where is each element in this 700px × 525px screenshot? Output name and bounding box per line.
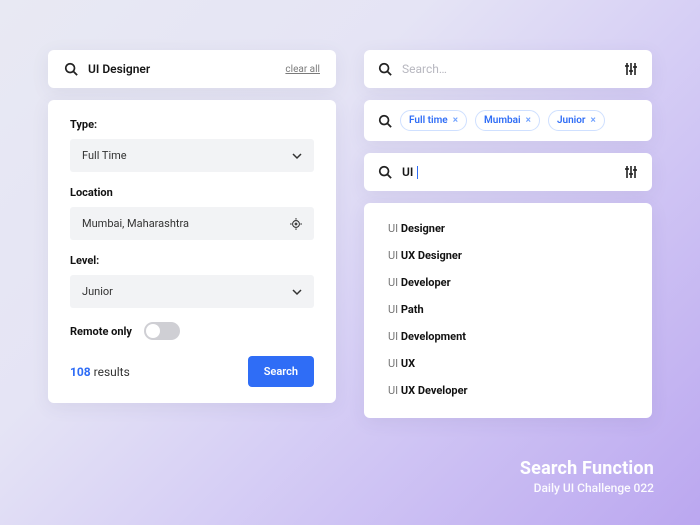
results-count: 108 results bbox=[70, 365, 130, 379]
suggestion-item[interactable]: UI Path bbox=[364, 296, 652, 323]
filter-panel: Type: Full Time Location Mumbai, Maharas… bbox=[48, 100, 336, 403]
suggestion-item[interactable]: UI UX Designer bbox=[364, 242, 652, 269]
search-icon bbox=[378, 165, 392, 179]
chevron-down-icon bbox=[292, 287, 302, 297]
remote-only-label: Remote only bbox=[70, 325, 132, 338]
chip-label: Full time bbox=[409, 115, 448, 126]
clear-all-link[interactable]: clear all bbox=[285, 64, 320, 75]
filter-chip[interactable]: Junior × bbox=[548, 110, 605, 131]
suggestion-item[interactable]: UI UX bbox=[364, 350, 652, 377]
text-cursor bbox=[417, 166, 418, 179]
locate-icon bbox=[290, 218, 302, 230]
location-label: Location bbox=[70, 186, 314, 199]
search-icon bbox=[378, 114, 392, 128]
level-select[interactable]: Junior bbox=[70, 275, 314, 308]
search-button[interactable]: Search bbox=[248, 356, 314, 387]
page-credit: Search Function Daily UI Challenge 022 bbox=[520, 458, 654, 495]
autocomplete-dropdown: UI DesignerUI UX DesignerUI DeveloperUI … bbox=[364, 203, 652, 418]
chip-label: Mumbai bbox=[484, 115, 521, 126]
suggestion-item[interactable]: UI Development bbox=[364, 323, 652, 350]
search-bar-typing[interactable]: UI bbox=[364, 153, 652, 191]
location-value: Mumbai, Maharashtra bbox=[82, 217, 189, 230]
close-icon[interactable]: × bbox=[591, 115, 596, 126]
search-icon bbox=[378, 62, 392, 76]
type-value: Full Time bbox=[82, 149, 127, 162]
remote-only-toggle[interactable] bbox=[144, 322, 180, 340]
level-value: Junior bbox=[82, 285, 113, 298]
sliders-icon[interactable] bbox=[624, 165, 638, 179]
filter-chip[interactable]: Mumbai × bbox=[475, 110, 540, 131]
search-placeholder: Search… bbox=[402, 62, 624, 76]
chip-label: Junior bbox=[557, 115, 586, 126]
search-bar-filled[interactable]: UI Designer clear all bbox=[48, 50, 336, 88]
type-select[interactable]: Full Time bbox=[70, 139, 314, 172]
search-bar-empty[interactable]: Search… bbox=[364, 50, 652, 88]
suggestion-item[interactable]: UI UX Developer bbox=[364, 377, 652, 404]
credit-subtitle: Daily UI Challenge 022 bbox=[520, 481, 654, 495]
search-typed-value: UI bbox=[402, 165, 624, 179]
type-label: Type: bbox=[70, 118, 314, 131]
close-icon[interactable]: × bbox=[526, 115, 531, 126]
credit-title: Search Function bbox=[520, 458, 654, 479]
suggestion-item[interactable]: UI Developer bbox=[364, 269, 652, 296]
search-bar-with-chips[interactable]: Full time × Mumbai × Junior × bbox=[364, 100, 652, 141]
chevron-down-icon bbox=[292, 151, 302, 161]
suggestion-item[interactable]: UI Designer bbox=[364, 215, 652, 242]
search-query: UI Designer bbox=[88, 62, 285, 76]
level-label: Level: bbox=[70, 254, 314, 267]
search-icon bbox=[64, 62, 78, 76]
sliders-icon[interactable] bbox=[624, 62, 638, 76]
close-icon[interactable]: × bbox=[453, 115, 458, 126]
location-input[interactable]: Mumbai, Maharashtra bbox=[70, 207, 314, 240]
filter-chip[interactable]: Full time × bbox=[400, 110, 467, 131]
